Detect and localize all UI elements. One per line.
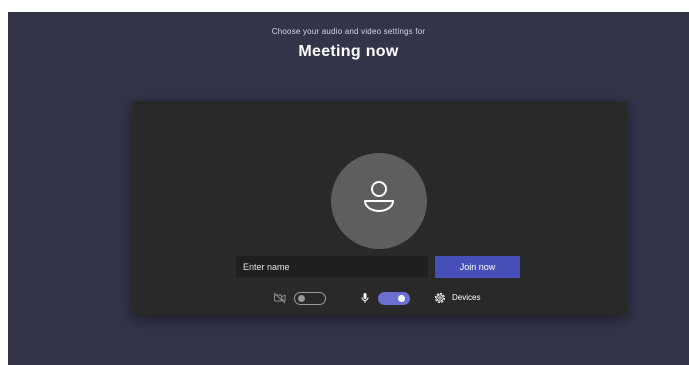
settings-subtitle: Choose your audio and video settings for [271, 27, 426, 36]
microphone-icon [361, 293, 369, 303]
meeting-title: Meeting now [298, 43, 399, 60]
camera-toggle[interactable] [294, 292, 326, 305]
video-preview-panel: Join now [132, 101, 627, 315]
name-input[interactable] [236, 256, 428, 277]
microphone-toggle[interactable] [378, 292, 410, 305]
microphone-toggle-knob [398, 295, 405, 302]
devices-label: Devices [452, 293, 481, 302]
camera-off-icon [273, 292, 286, 304]
person-icon [364, 181, 394, 212]
join-now-button[interactable]: Join now [435, 256, 520, 278]
device-controls: Devices [132, 289, 627, 307]
pre-join-screen: Choose your audio and video settings for… [8, 12, 689, 365]
camera-toggle-knob [298, 295, 305, 302]
avatar [331, 153, 427, 249]
gear-icon [434, 292, 446, 304]
